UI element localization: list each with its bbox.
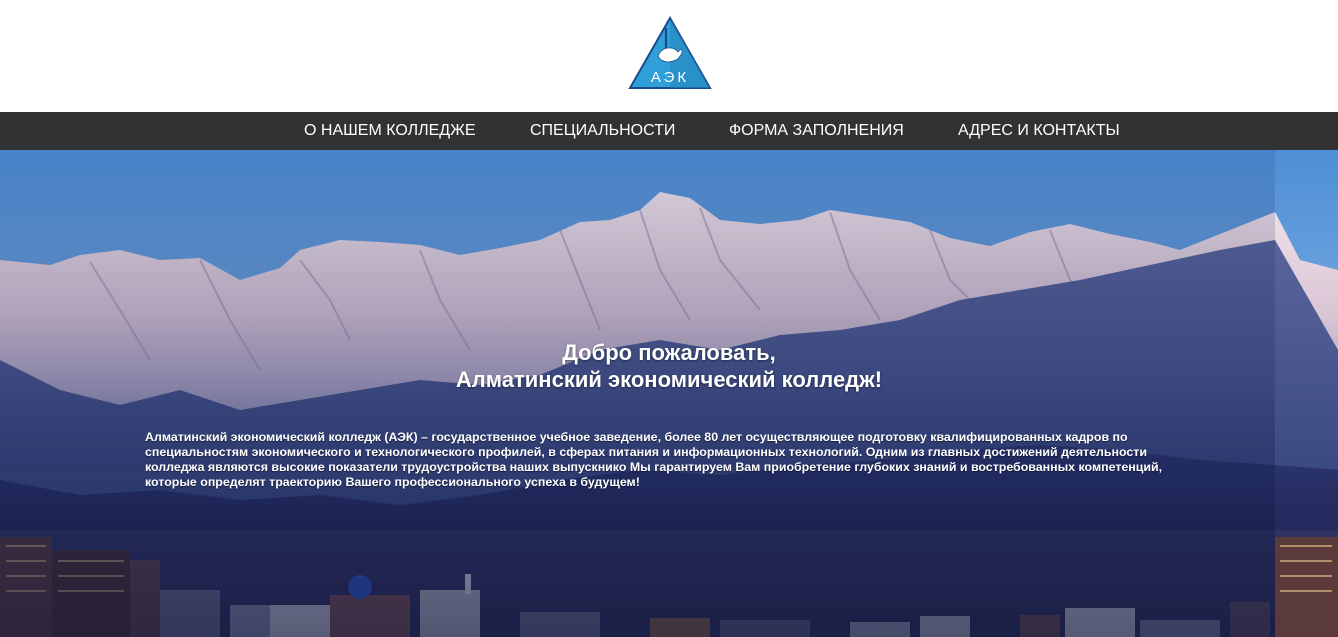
hero-banner: Добро пожаловать, Алматинский экономичес… [0, 150, 1338, 637]
hero-title-line1: Добро пожаловать, [562, 340, 776, 365]
main-nav: О НАШЕМ КОЛЛЕДЖЕ СПЕЦИАЛЬНОСТИ ФОРМА ЗАП… [0, 112, 1338, 150]
nav-item-application-form[interactable]: ФОРМА ЗАПОЛНЕНИЯ [729, 112, 904, 150]
hero-title-line2: Алматинский экономический колледж! [455, 367, 883, 392]
nav-item-specialties[interactable]: СПЕЦИАЛЬНОСТИ [530, 112, 675, 150]
nav-item-about[interactable]: О НАШЕМ КОЛЛЕДЖЕ [304, 112, 476, 150]
site-header: АЭК [0, 0, 1338, 112]
hero-intro-text: Алматинский экономический колледж (АЭК) … [145, 430, 1163, 489]
logo-text: АЭК [651, 69, 689, 86]
college-logo[interactable]: АЭК [628, 16, 712, 90]
nav-item-contacts[interactable]: АДРЕС И КОНТАКТЫ [958, 112, 1120, 150]
hero-background-image [0, 150, 1338, 637]
